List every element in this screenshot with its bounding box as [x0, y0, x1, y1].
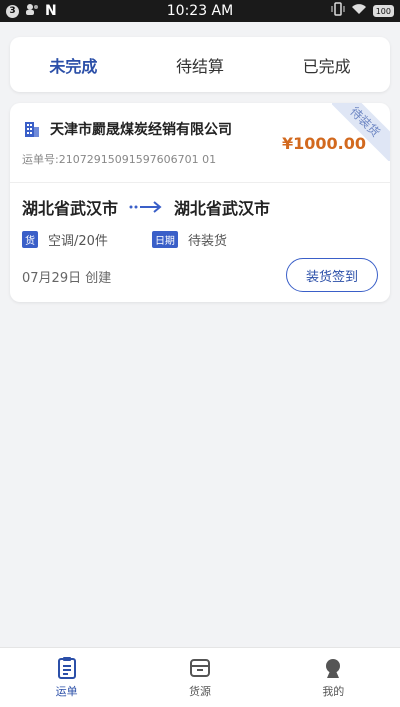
n-app-icon: N: [45, 3, 57, 19]
goods-info: 空调/20件: [48, 234, 108, 249]
order-status-tabs: 未完成 待结算 已完成: [10, 37, 390, 92]
order-card[interactable]: 天津市罽晟煤炭经销有限公司 运单号:21072915091597606701 0…: [10, 103, 390, 302]
notification-count-icon: 3: [6, 4, 19, 18]
order-card-header: 天津市罽晟煤炭经销有限公司 运单号:21072915091597606701 0…: [10, 103, 390, 183]
route-arrow-icon: [129, 201, 162, 213]
tab-completed[interactable]: 已完成: [289, 47, 365, 83]
date-status: 待装货: [187, 234, 227, 249]
waybill-icon: [57, 657, 76, 679]
battery-icon: 100: [372, 5, 394, 17]
status-ribbon-label: 待装货: [332, 103, 390, 161]
status-bar: 3 N 10:23 AM 100: [0, 0, 400, 22]
status-ribbon: 待装货: [332, 103, 390, 161]
building-icon: [25, 122, 39, 137]
route: 湖北省武汉市 湖北省武汉市: [22, 195, 382, 219]
goods-tag: 货: [22, 231, 38, 248]
wifi-icon: [351, 3, 367, 19]
nav-profile-label: 我的: [322, 685, 345, 698]
date-tag: 日期: [151, 231, 178, 248]
bottom-nav: 运单 货源 我的: [0, 647, 400, 707]
loading-checkin-button[interactable]: 装货签到: [286, 258, 378, 292]
company-row: 天津市罽晟煤炭经销有限公司: [22, 119, 232, 139]
contacts-icon: [25, 3, 39, 19]
nav-goods-source[interactable]: 货源: [160, 656, 240, 699]
profile-icon: [326, 659, 341, 678]
waybill-number: 运单号:21072915091597606701 01: [22, 153, 217, 166]
vibrate-icon: [331, 2, 345, 20]
tab-unfinished[interactable]: 未完成: [35, 47, 111, 83]
goods-source-icon: [189, 659, 210, 677]
nav-waybill[interactable]: 运单: [27, 656, 107, 699]
nav-waybill-label: 运单: [55, 685, 78, 698]
destination-city: 湖北省武汉市: [174, 199, 271, 218]
origin-city: 湖北省武汉市: [22, 199, 119, 218]
nav-profile[interactable]: 我的: [293, 656, 373, 699]
company-name: 天津市罽晟煤炭经销有限公司: [50, 122, 232, 138]
created-date: 07月29日 创建: [22, 271, 112, 286]
nav-goods-source-label: 货源: [188, 685, 211, 698]
tab-pending-settlement[interactable]: 待结算: [162, 47, 238, 83]
order-info-row: 货 空调/20件 日期 待装货: [22, 230, 227, 249]
